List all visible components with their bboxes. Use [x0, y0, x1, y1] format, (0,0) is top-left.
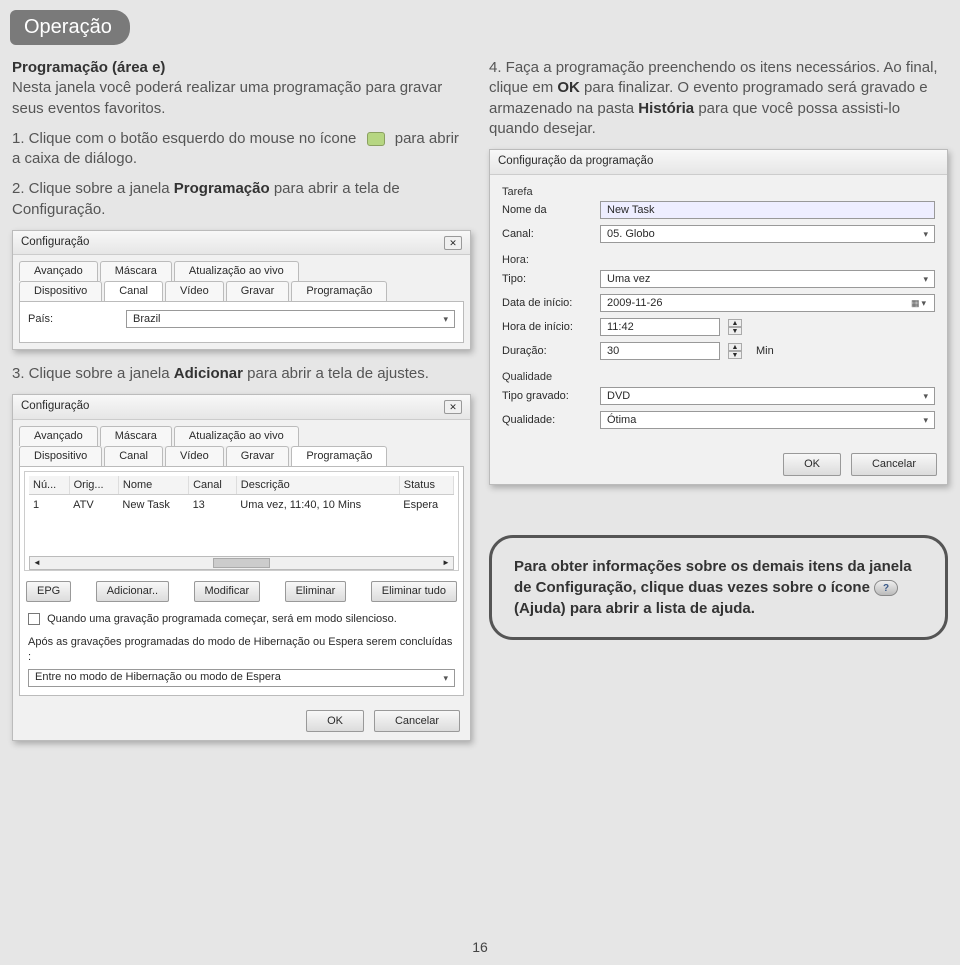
- step3-text-b: para abrir a tela de ajustes.: [247, 365, 429, 382]
- qualidade-select[interactable]: Ótima: [600, 411, 935, 429]
- ok-button[interactable]: OK: [783, 453, 841, 476]
- col-status[interactable]: Status: [399, 476, 453, 495]
- after-recording-select[interactable]: Entre no modo de Hibernação ou modo de E…: [28, 669, 455, 687]
- note-text-b: (Ajuda) para abrir a lista de ajuda.: [514, 600, 755, 617]
- step3-text-a: 3. Clique sobre a janela: [12, 365, 174, 382]
- tarefa-group: Tarefa: [502, 185, 935, 200]
- note-text-a: Para obter informações sobre os demais i…: [514, 558, 912, 596]
- tab-atualizacao[interactable]: Atualização ao vivo: [174, 426, 299, 446]
- nome-label: Nome da: [502, 203, 592, 218]
- programacao-heading: Programação (área e): [12, 59, 165, 76]
- tab-gravar[interactable]: Gravar: [226, 281, 290, 301]
- qualidade-label: Qualidade:: [502, 413, 592, 428]
- step2-text-a: 2. Clique sobre a janela: [12, 180, 174, 197]
- data-inicio-input[interactable]: 2009-11-26: [600, 294, 935, 312]
- col-desc[interactable]: Descrição: [236, 476, 399, 495]
- tab-canal[interactable]: Canal: [104, 446, 163, 466]
- close-icon[interactable]: ✕: [444, 236, 462, 250]
- screenshot-config-schedule-list: Configuração ✕ Avançado Máscara Atualiza…: [12, 394, 471, 741]
- table-row[interactable]: 1 ATV New Task 13 Uma vez, 11:40, 10 Min…: [29, 495, 454, 516]
- pais-select[interactable]: Brazil: [126, 310, 455, 328]
- epg-button[interactable]: EPG: [26, 581, 71, 602]
- hora-inicio-label: Hora de início:: [502, 320, 592, 335]
- canal-label: Canal:: [502, 227, 592, 242]
- step4-bold-ok: OK: [557, 79, 580, 96]
- tipo-gravado-label: Tipo gravado:: [502, 389, 592, 404]
- help-icon: ?: [874, 580, 898, 596]
- right-column: 4. Faça a programação preenchendo os ite…: [489, 58, 948, 755]
- col-nome[interactable]: Nome: [118, 476, 188, 495]
- hora-group: Hora:: [502, 253, 935, 268]
- info-callout: Para obter informações sobre os demais i…: [489, 535, 948, 640]
- gear-icon: [361, 129, 391, 149]
- data-inicio-label: Data de início:: [502, 296, 592, 311]
- dialog-title: Configuração: [21, 399, 89, 415]
- ok-button[interactable]: OK: [306, 710, 364, 733]
- nome-input[interactable]: New Task: [600, 201, 935, 219]
- modificar-button[interactable]: Modificar: [194, 581, 261, 602]
- duracao-unit: Min: [756, 344, 774, 359]
- screenshot-config-country: Configuração ✕ Avançado Máscara Atualiza…: [12, 230, 471, 350]
- tab-mascara[interactable]: Máscara: [100, 426, 172, 446]
- screenshot-schedule-config: Configuração da programação Tarefa Nome …: [489, 149, 948, 485]
- tab-programacao[interactable]: Programação: [291, 281, 387, 301]
- tab-canal[interactable]: Canal: [104, 281, 163, 301]
- step3-bold: Adicionar: [174, 365, 243, 382]
- close-icon[interactable]: ✕: [444, 400, 462, 414]
- tab-mascara[interactable]: Máscara: [100, 261, 172, 281]
- duracao-stepper[interactable]: ▲▼: [728, 343, 742, 359]
- silent-mode-label: Quando uma gravação programada começar, …: [47, 613, 397, 625]
- left-column: Programação (área e) Nesta janela você p…: [12, 58, 471, 755]
- tab-programacao[interactable]: Programação: [291, 446, 387, 466]
- col-num[interactable]: Nú...: [29, 476, 69, 495]
- hora-inicio-input[interactable]: 11:42: [600, 318, 720, 336]
- scroll-right-icon[interactable]: ►: [439, 558, 453, 569]
- tab-avancado[interactable]: Avançado: [19, 261, 98, 281]
- pais-label: País:: [28, 312, 118, 327]
- section-badge: Operação: [10, 10, 130, 45]
- scroll-thumb[interactable]: [213, 558, 270, 568]
- tab-video[interactable]: Vídeo: [165, 281, 224, 301]
- hora-stepper[interactable]: ▲▼: [728, 319, 742, 335]
- tab-avancado[interactable]: Avançado: [19, 426, 98, 446]
- scroll-left-icon[interactable]: ◄: [30, 558, 44, 569]
- eliminar-button[interactable]: Eliminar: [285, 581, 347, 602]
- col-orig[interactable]: Orig...: [69, 476, 118, 495]
- after-recording-label: Após as gravações programadas do modo de…: [28, 636, 452, 663]
- silent-mode-checkbox[interactable]: [28, 613, 40, 625]
- cancelar-button[interactable]: Cancelar: [374, 710, 460, 733]
- tipo-label: Tipo:: [502, 272, 592, 287]
- tab-gravar[interactable]: Gravar: [226, 446, 290, 466]
- tipo-select[interactable]: Uma vez: [600, 270, 935, 288]
- step1-text-a: 1. Clique com o botão esquerdo do mouse …: [12, 130, 361, 147]
- col-canal[interactable]: Canal: [189, 476, 237, 495]
- eliminar-tudo-button[interactable]: Eliminar tudo: [371, 581, 457, 602]
- duracao-label: Duração:: [502, 344, 592, 359]
- tab-dispositivo[interactable]: Dispositivo: [19, 446, 102, 466]
- qualidade-group: Qualidade: [502, 370, 935, 385]
- dialog-title: Configuração: [21, 235, 89, 251]
- step4-bold-historia: História: [638, 100, 694, 117]
- horizontal-scrollbar[interactable]: ◄ ►: [29, 556, 454, 570]
- canal-select[interactable]: 05. Globo: [600, 225, 935, 243]
- cancelar-button[interactable]: Cancelar: [851, 453, 937, 476]
- schedule-table: Nú... Orig... Nome Canal Descrição Statu…: [29, 476, 454, 517]
- tab-atualizacao[interactable]: Atualização ao vivo: [174, 261, 299, 281]
- duracao-input[interactable]: 30: [600, 342, 720, 360]
- dialog-title: Configuração da programação: [498, 154, 653, 170]
- adicionar-button[interactable]: Adicionar..: [96, 581, 169, 602]
- tab-dispositivo[interactable]: Dispositivo: [19, 281, 102, 301]
- tab-video[interactable]: Vídeo: [165, 446, 224, 466]
- tipo-gravado-select[interactable]: DVD: [600, 387, 935, 405]
- intro-text: Nesta janela você poderá realizar uma pr…: [12, 79, 442, 116]
- step2-bold: Programação: [174, 180, 270, 197]
- page-number: 16: [0, 939, 960, 955]
